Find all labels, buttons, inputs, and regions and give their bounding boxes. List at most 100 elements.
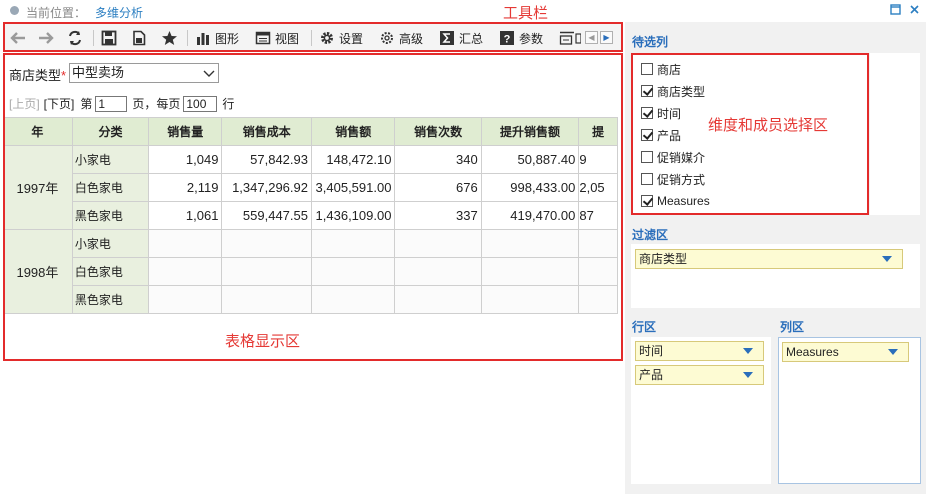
member-item-time[interactable]: 时间 [641,104,681,122]
value-cell: 340 [394,145,482,174]
location-link[interactable]: 多维分析 [95,4,143,21]
column-header[interactable]: 年 [5,117,73,146]
column-header[interactable]: 销售成本 [221,117,312,146]
filter-zone-title: 过滤区 [632,228,669,242]
category-cell[interactable]: 白色家电 [71,257,150,286]
save-as-icon[interactable] [131,29,147,47]
value-cell: 998,433.00 [480,173,580,202]
sigma-icon [440,31,454,45]
member-item-store[interactable]: 商店 [641,60,681,78]
value-cell: 1,049 [148,145,223,174]
page-number-input[interactable]: 1 [95,95,128,112]
value-cell: 148,472.10 [310,145,396,174]
table-row: 白色家电 2,119 1,347,296.92 3,405,591.00 676… [5,173,618,202]
dropdown-arrow-icon[interactable] [888,349,898,355]
chart-button[interactable]: 图形 [195,29,239,47]
advanced-button[interactable]: 高级 [379,29,423,47]
refresh-icon[interactable] [67,29,83,47]
table-header-row: 年 分类 销售量 销售成本 销售额 销售次数 提升销售额 提 [5,117,618,146]
value-cell: 3,405,591.00 [310,173,396,202]
settings-label: 设置 [339,31,364,46]
table-display-area: 商店类型* 中型卖场 [上页] [下页] 第 1 页，每页 100 行 年 分类… [3,53,623,361]
dropdown-arrow-icon[interactable] [743,372,753,378]
value-cell: 676 [394,173,482,202]
page-size-suffix: 行 [222,97,235,111]
category-cell[interactable]: 小家电 [71,145,150,174]
page-prefix: 第 [80,97,93,111]
member-item-promo-type[interactable]: 促销方式 [641,170,705,188]
value-cell: 2,05 [578,173,618,202]
scroll-left-icon[interactable]: ◀ [585,31,598,44]
member-checkbox[interactable] [641,173,653,185]
settings-button[interactable]: 设置 [319,29,363,47]
column-header[interactable]: 销售额 [310,117,396,146]
member-checkbox[interactable] [641,107,653,119]
advanced-label: 高级 [399,31,424,46]
year-cell[interactable]: 1997年 [5,145,73,230]
value-cell: 419,470.00 [480,201,580,230]
value-cell: 9 [578,145,618,174]
value-cell: 337 [394,201,482,230]
column-header[interactable]: 提升销售额 [480,117,580,146]
col-zone-title: 列区 [780,320,805,334]
scroll-right-icon[interactable]: ▶ [600,31,613,44]
dropdown-arrow-icon[interactable] [882,256,892,262]
member-item-product[interactable]: 产品 [641,126,681,144]
column-header[interactable]: 销售量 [148,117,223,146]
store-type-select[interactable]: 中型卖场 [69,63,219,83]
value-cell: 1,436,109.00 [310,201,396,230]
category-cell[interactable]: 黑色家电 [71,201,150,230]
close-icon[interactable] [908,4,920,16]
row-chip-product[interactable]: 产品 [635,365,764,385]
location-label: 当前位置： [26,6,87,20]
view-label: 视图 [275,31,300,46]
col-chip-measures[interactable]: Measures [782,342,909,362]
value-cell: 1,061 [148,201,223,230]
store-type-value: 中型卖场 [72,65,125,80]
more-tools-icon[interactable] [559,29,581,47]
member-checkbox[interactable] [641,129,653,141]
maximize-icon[interactable] [889,4,901,16]
location-bar: 当前位置： 多维分析 [0,0,926,22]
chevron-down-icon [203,70,215,77]
prev-page-link[interactable]: [上页] [9,95,40,112]
params-button[interactable]: ? 参数 [499,29,543,47]
filter-chip-store-type[interactable]: 商店类型 [635,249,903,269]
category-cell[interactable]: 黑色家电 [71,285,150,314]
forward-icon[interactable] [37,29,55,47]
member-area-annotation: 维度和成员选择区 [708,117,829,134]
column-header[interactable]: 分类 [71,117,150,146]
data-table: 年 分类 销售量 销售成本 销售额 销售次数 提升销售额 提 1997年 小家电… [5,117,618,314]
save-icon[interactable] [101,29,117,47]
bar-chart-icon [197,33,209,45]
view-window-icon [255,31,271,45]
page-suffix: 页，每页 [132,97,181,111]
column-header[interactable]: 提 [578,117,618,146]
member-item-store-type[interactable]: 商店类型 [641,82,705,100]
member-item-measures[interactable]: Measures [641,192,710,210]
candidates-title: 待选列 [632,35,669,49]
member-checkbox[interactable] [641,195,653,207]
dropdown-arrow-icon[interactable] [743,348,753,354]
back-icon[interactable] [9,29,27,47]
member-checkbox[interactable] [641,151,653,163]
advanced-gear-icon [381,32,393,44]
column-header[interactable]: 销售次数 [394,117,482,146]
category-cell[interactable]: 小家电 [71,229,150,258]
page-size-input[interactable]: 100 [183,95,218,112]
view-button[interactable]: 视图 [255,29,299,47]
category-cell[interactable]: 白色家电 [71,173,150,202]
favorite-star-icon[interactable] [161,29,178,47]
row-chip-time[interactable]: 时间 [635,341,764,361]
value-cell: 57,842.93 [221,145,312,174]
summary-button[interactable]: 汇总 [439,29,483,47]
member-item-promo-media[interactable]: 促销媒介 [641,148,705,166]
table-row: 1997年 小家电 1,049 57,842.93 148,472.10 340… [5,145,618,230]
pager: [上页] [下页] 第 1 页，每页 100 行 [9,95,234,112]
table-row: 黑色家电 1,061 559,447.55 1,436,109.00 337 4… [5,201,618,230]
next-page-link[interactable]: [下页] [44,95,75,112]
member-checkbox[interactable] [641,63,653,75]
year-cell[interactable]: 1998年 [5,229,73,314]
help-question-icon: ? [500,31,514,46]
member-checkbox[interactable] [641,85,653,97]
